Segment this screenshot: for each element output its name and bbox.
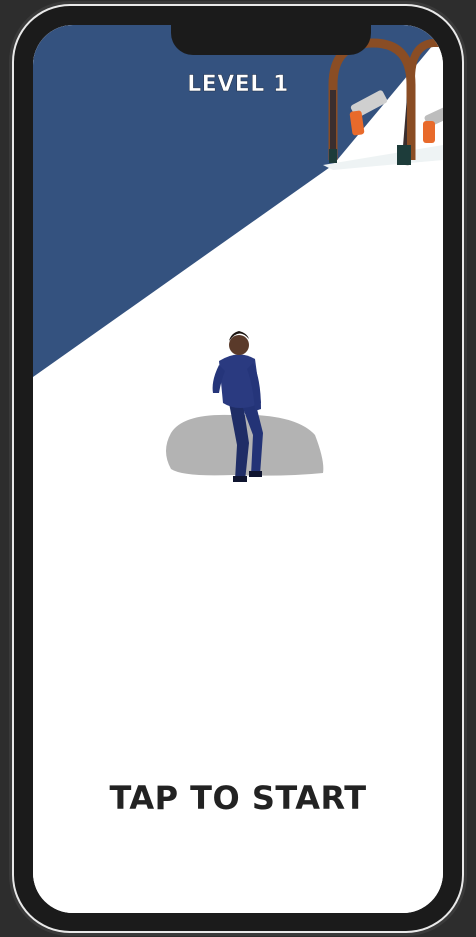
tap-to-start-button[interactable]: TAP TO START	[33, 779, 443, 817]
phone-notch	[171, 25, 371, 55]
game-screen[interactable]: LEVEL 1 TAP TO START	[33, 25, 443, 913]
level-label: LEVEL 1	[187, 72, 289, 98]
